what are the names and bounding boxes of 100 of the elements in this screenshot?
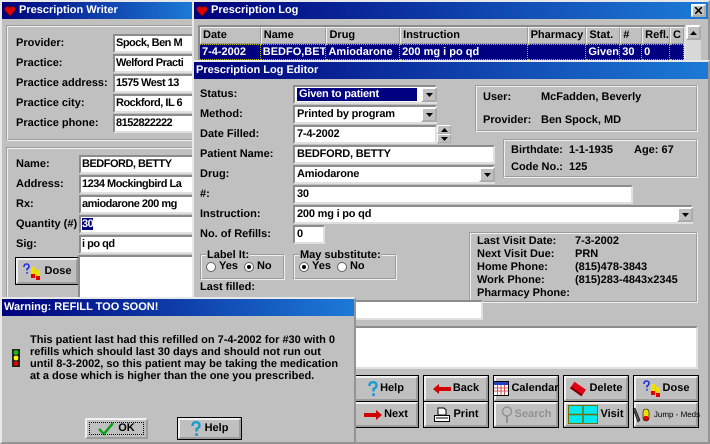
option-label: No <box>350 259 365 274</box>
toolbar-button[interactable]: Next <box>354 402 418 427</box>
dropdown-arrow-icon <box>426 112 432 116</box>
info-value: 1-1-1935 <box>569 143 614 158</box>
option-label: No <box>256 259 272 274</box>
age-text: Age: 67 <box>634 143 675 158</box>
toolbar-button[interactable]: Calendar <box>494 376 558 401</box>
dose-icon <box>22 262 41 280</box>
field-label: Practice city: <box>16 96 86 112</box>
text-field[interactable]: i po qd <box>79 235 192 254</box>
help-icon <box>368 380 378 396</box>
info-value: (815)478-3843 <box>575 261 648 274</box>
field-label: Patient Name: <box>200 147 274 162</box>
field-label: Practice: <box>16 56 64 72</box>
info-label: Home Phone: <box>477 261 549 274</box>
table-cell: 200 mg i po qd <box>400 44 528 60</box>
dropdown-field[interactable]: Given to patient <box>293 85 437 104</box>
dropdown-button[interactable] <box>421 87 437 102</box>
field-label: No. of Refills: <box>200 227 272 242</box>
radio-button[interactable] <box>336 262 347 272</box>
dropdown-arrow-icon <box>484 172 490 176</box>
date-field[interactable]: 7-4-2002 <box>293 125 437 144</box>
traffic-light-icon <box>12 349 20 367</box>
toolbar-button[interactable]: Help <box>354 376 418 401</box>
field-label: Drug: <box>200 167 230 182</box>
toolbar-button[interactable]: Delete <box>564 376 628 401</box>
text-field[interactable]: BEDFORD, BETTY <box>293 145 495 164</box>
info-value: Ben Spock, MD <box>541 112 622 128</box>
up-arrow-icon <box>440 128 448 132</box>
group-label: Label It: <box>206 249 250 261</box>
right-arrow-icon <box>364 410 382 420</box>
dropdown-arrow-icon <box>426 92 432 96</box>
help-icon <box>190 420 201 436</box>
field-label: Method: <box>200 107 244 122</box>
text-field[interactable]: 8152822222 <box>113 114 192 133</box>
text-field[interactable]: amiodarone 200 mg <box>79 195 192 214</box>
toolbar-button[interactable]: Visit <box>564 402 628 427</box>
dropdown-arrow-icon <box>682 212 688 216</box>
info-label: Work Phone: <box>477 274 546 287</box>
column-header[interactable]: Drug <box>326 27 400 44</box>
text-field[interactable]: Rockford, IL 6 <box>113 94 192 113</box>
info-label: Provider: <box>483 112 532 128</box>
field-label: Name: <box>16 157 51 172</box>
toolbar-button[interactable]: Back <box>424 376 488 401</box>
window-title: Prescription Log <box>211 3 298 18</box>
info-label: Next Visit Due: <box>477 248 556 261</box>
radio-button[interactable] <box>244 262 254 272</box>
window-icon <box>568 405 598 424</box>
eraser-icon <box>569 380 588 396</box>
radio-button[interactable] <box>299 262 309 272</box>
info-label: Pharmacy Phone: <box>477 287 571 300</box>
heart-icon <box>196 4 208 16</box>
radio-button[interactable] <box>206 262 216 272</box>
field-label: Provider: <box>16 36 66 52</box>
text-field[interactable]: 0 <box>293 225 325 244</box>
field-label: Quantity (#) <box>16 217 78 232</box>
dose-icon <box>642 380 661 397</box>
spin-up-button[interactable] <box>437 125 451 134</box>
info-value: PRN <box>575 248 600 261</box>
column-header[interactable]: Date <box>200 27 261 44</box>
pencil-and-tube-icon <box>632 406 652 422</box>
group-label: May substitute: <box>299 249 382 261</box>
column-header[interactable]: # <box>620 27 642 44</box>
close-icon <box>695 7 702 14</box>
toolbar-button[interactable]: Print <box>424 402 488 427</box>
text-field[interactable]: Welford Practi <box>113 54 192 73</box>
checkmark-icon <box>98 422 114 436</box>
column-header[interactable]: Name <box>260 27 326 44</box>
column-header[interactable]: Pharmacy <box>528 27 586 44</box>
text-field[interactable]: 30 <box>293 185 633 204</box>
text-field[interactable]: 1234 Mockingbird La <box>79 175 192 194</box>
column-header[interactable]: C <box>670 27 684 44</box>
text-field[interactable]: BEDFORD, BETTY <box>79 155 192 174</box>
column-header[interactable]: Stat. <box>586 27 620 44</box>
dropdown-field[interactable]: Amiodarone <box>293 165 495 184</box>
dropdown-field[interactable]: Printed by program <box>293 105 437 124</box>
text-field[interactable]: Spock, Ben M <box>113 34 192 53</box>
table-cell <box>528 44 586 60</box>
table-cell: 0 <box>642 44 670 60</box>
help-button[interactable]: Help <box>178 418 241 439</box>
text-field[interactable]: 1575 West 13 <box>113 74 192 93</box>
dose-button[interactable]: Dose <box>16 258 78 284</box>
table-cell: 30 <box>620 44 642 60</box>
option-label: Yes <box>219 259 238 274</box>
column-header[interactable]: Refl. <box>642 27 670 44</box>
dropdown-button[interactable] <box>677 207 693 222</box>
text-field[interactable]: 30 <box>79 215 192 234</box>
window-title: Prescription Log Editor <box>196 63 318 78</box>
toolbar-button[interactable]: Dose <box>634 376 698 401</box>
table-cell <box>670 44 684 60</box>
scroll-up-button[interactable] <box>686 25 701 40</box>
dropdown-field[interactable]: 200 mg i po qd <box>293 205 693 224</box>
dropdown-button[interactable] <box>479 167 495 182</box>
dropdown-button[interactable] <box>421 107 437 122</box>
scrollbar[interactable] <box>686 25 701 62</box>
spin-down-button[interactable] <box>437 134 451 143</box>
close-button[interactable] <box>691 4 706 17</box>
column-header[interactable]: Instruction <box>400 27 528 44</box>
field-label: Rx: <box>16 197 35 212</box>
heart-icon <box>4 4 16 16</box>
